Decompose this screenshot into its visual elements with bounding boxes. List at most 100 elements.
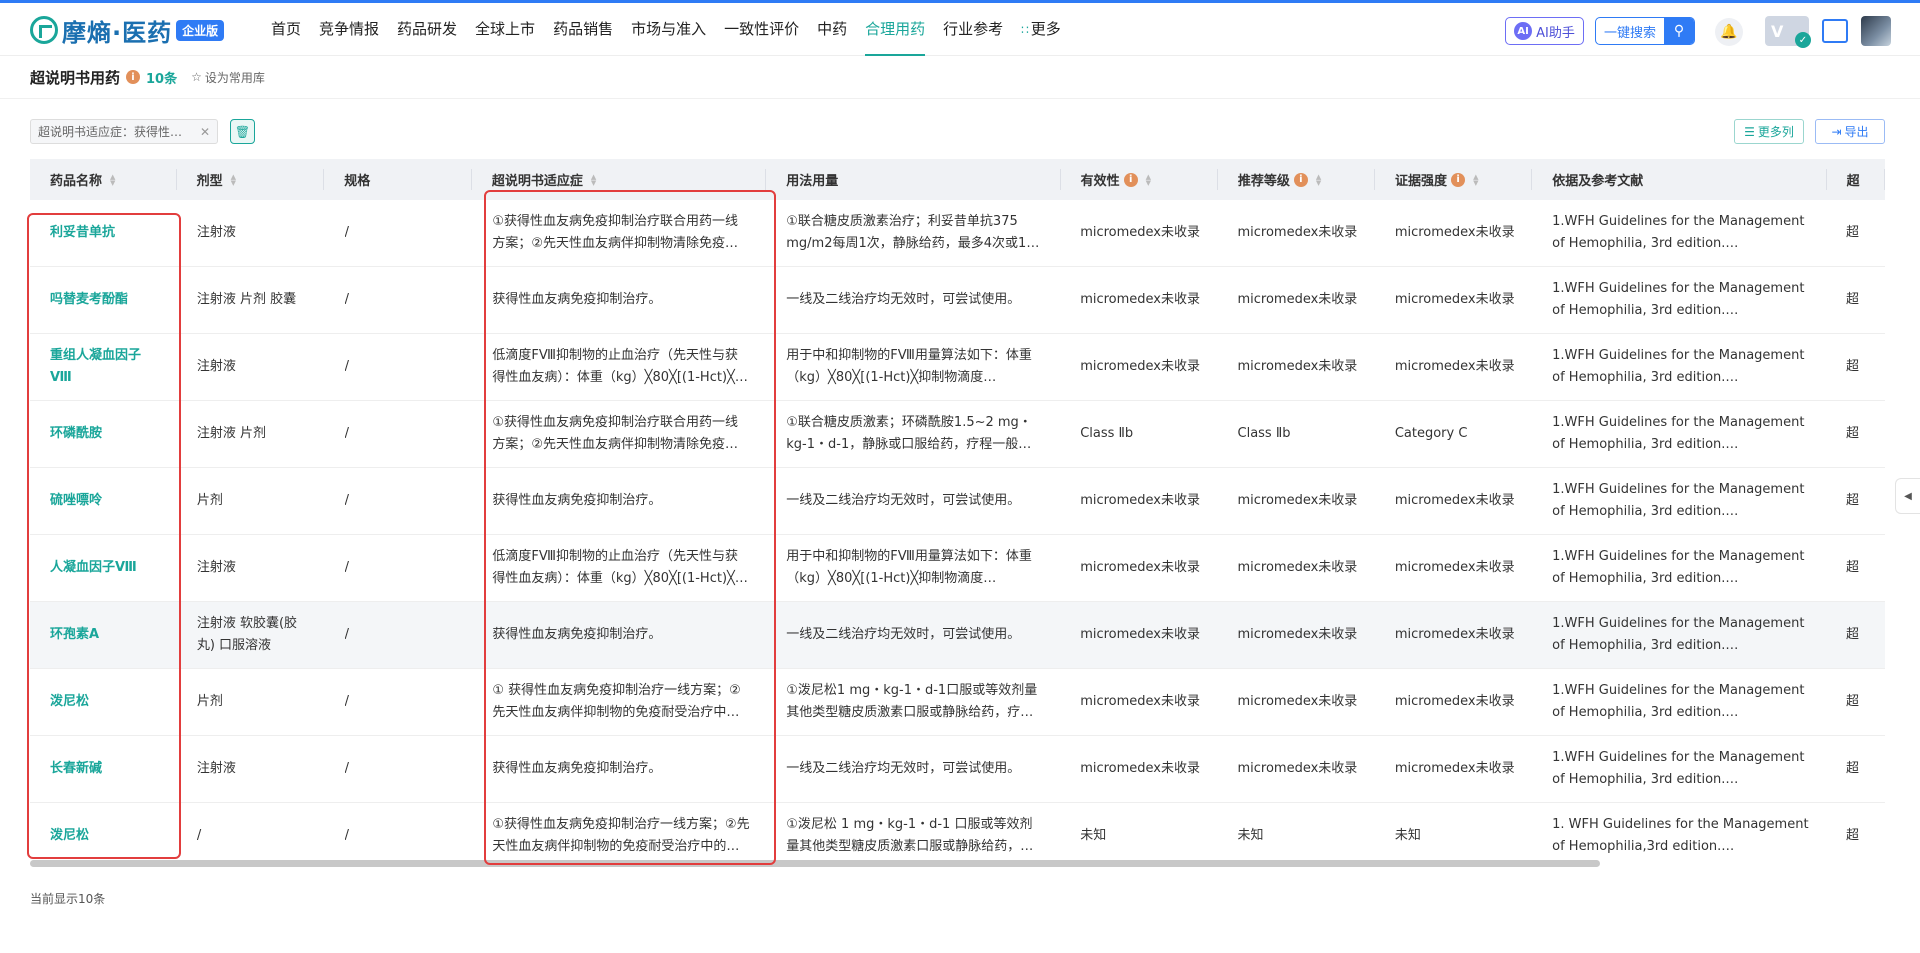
column-header-indication[interactable]: 超说明书适应症 ▲ ▼ <box>472 159 767 200</box>
search-icon[interactable]: ⚲ <box>1664 18 1694 44</box>
cell-text: micromedex未收录 <box>1080 493 1200 508</box>
cell-name[interactable]: 硫唑嘌呤 <box>30 490 177 512</box>
cell-reference: 1.WFH Guidelines for the Management of H… <box>1532 278 1826 322</box>
cell-text: 超 <box>1846 292 1860 307</box>
cell-evidence: micromedex未收录 <box>1375 624 1532 646</box>
column-header-dosage: 用法用量 <box>766 159 1062 200</box>
cell-name[interactable]: 人凝血因子Ⅷ <box>30 557 177 579</box>
cell-text: micromedex未收录 <box>1237 694 1358 709</box>
cell-text: Class Ⅱb <box>1080 426 1134 441</box>
table-row[interactable]: 利妥昔单抗 注射液 / ①获得性血友病免疫抑制治疗联合用药一线方案；②先天性血友病伴抑… <box>30 200 1885 267</box>
cell-text: 注射液 <box>196 761 236 776</box>
bell-icon[interactable]: 🔔 <box>1715 18 1743 46</box>
nav-item-8[interactable]: 合理用药 <box>856 3 934 56</box>
table-row[interactable]: 吗替麦考酚酯 注射液 片剂 胶囊 / 获得性血友病免疫抑制治疗。 一线及二线治疗均无效时… <box>30 267 1885 334</box>
nav-item-5[interactable]: 市场与准入 <box>622 3 715 56</box>
cell-name[interactable]: 利妥昔单抗 <box>30 222 177 244</box>
column-header-form[interactable]: 剂型 ▲ ▼ <box>177 159 325 200</box>
info-icon[interactable]: i <box>1451 172 1466 187</box>
column-header-efficacy[interactable]: 有效性 i ▲ ▼ <box>1061 159 1219 200</box>
book-icon[interactable] <box>1822 19 1848 43</box>
table-row[interactable]: 泼尼松 片剂 / ① 获得性血友病免疫抑制治疗一线方案；②先天性血友病伴抑制物的免疫耐… <box>30 669 1885 736</box>
cell-evidence: micromedex未收录 <box>1375 289 1532 311</box>
sort-icon[interactable]: ▲ ▼ <box>1316 173 1321 186</box>
cell-spec: / <box>325 289 473 311</box>
cell-text: 未知 <box>1394 828 1421 843</box>
sort-icon[interactable]: ▲ ▼ <box>1146 173 1151 186</box>
table-row[interactable]: 环磷酰胺 注射液 片剂 / ①获得性血友病免疫抑制治疗联合用药一线方案；②先天性血友病… <box>30 401 1885 468</box>
cell-name[interactable]: 环磷酰胺 <box>30 423 177 445</box>
set-favorite-button[interactable]: ☆ 设为常用库 <box>191 69 265 86</box>
nav-item-7[interactable]: 中药 <box>808 3 856 56</box>
cell-spec: / <box>325 624 473 646</box>
cell-name[interactable]: 环孢素A <box>30 624 177 646</box>
nav-item-2[interactable]: 药品研发 <box>388 3 466 56</box>
cell-name[interactable]: 长春新碱 <box>30 758 177 780</box>
cell-text: ①获得性血友病免疫抑制治疗一线方案；②先天性血友病伴抑制物的免疫耐受治疗中的联… <box>492 817 750 854</box>
nav-item-9[interactable]: 行业参考 <box>934 3 1012 56</box>
cell-name[interactable]: 泼尼松 <box>30 825 177 847</box>
cell-text: 未知 <box>1080 828 1107 843</box>
cell-name[interactable]: 吗替麦考酚酯 <box>30 289 177 311</box>
cell-name[interactable]: 泼尼松 <box>30 691 177 713</box>
table-row[interactable]: 人凝血因子Ⅷ 注射液 / 低滴度FⅧ抑制物的止血治疗（先天性与获得性血友病）：体重（k… <box>30 535 1885 602</box>
more-columns-button[interactable]: ☰ 更多列 <box>1734 119 1804 144</box>
table-row[interactable]: 重组人凝血因子Ⅷ 注射液 / 低滴度FⅧ抑制物的止血治疗（先天性与获得性血友病）：体重… <box>30 334 1885 401</box>
cell-grade: Class Ⅱb <box>1218 423 1375 445</box>
nav-item-0[interactable]: 首页 <box>262 3 310 56</box>
export-button[interactable]: ⇥ 导出 <box>1815 119 1885 144</box>
cell-dosage: 一线及二线治疗均无效时，可尝试使用。 <box>766 624 1060 646</box>
ai-assistant-button[interactable]: AI AI助手 <box>1505 17 1584 45</box>
column-header-evidence[interactable]: 证据强度 i ▲ ▼ <box>1375 159 1533 200</box>
main-nav: 首页 竞争情报 药品研发 全球上市 药品销售 市场与准入 一致性评价 中药 合理用药 行业参考 ∷ 更… <box>262 3 1070 56</box>
nav-item-3[interactable]: 全球上市 <box>466 3 544 56</box>
cell-text: 超 <box>1846 560 1860 575</box>
column-header-grade[interactable]: 推荐等级 i ▲ ▼ <box>1218 159 1376 200</box>
sort-icon[interactable]: ▲ ▼ <box>110 173 115 186</box>
cell-text: micromedex未收录 <box>1237 359 1358 374</box>
sort-icon[interactable]: ▲ ▼ <box>231 173 236 186</box>
cell-text: 用于中和抑制物的FⅧ用量算法如下：体重（kg）╳80╳[(1-Hct)╳抑制物滴… <box>786 549 1032 586</box>
close-icon[interactable]: ✕ <box>200 125 210 139</box>
nav-item-4[interactable]: 药品销售 <box>544 3 622 56</box>
nav-item-1[interactable]: 竞争情报 <box>310 3 388 56</box>
cell-text: 超 <box>1846 426 1860 441</box>
vip-label: V <box>1771 21 1784 41</box>
horizontal-scrollbar[interactable] <box>30 860 1600 867</box>
column-header-name[interactable]: 药品名称 ▲ ▼ <box>30 159 177 200</box>
cell-text: 低滴度FⅧ抑制物的止血治疗（先天性与获得性血友病）：体重（kg）╳80╳[(1-… <box>492 348 748 385</box>
cell-dosage: 一线及二线治疗均无效时，可尝试使用。 <box>766 289 1060 311</box>
cell-efficacy: micromedex未收录 <box>1060 289 1217 311</box>
cell-name[interactable]: 重组人凝血因子Ⅷ <box>30 345 177 389</box>
cell-text: 超 <box>1846 493 1860 508</box>
brand-logo[interactable]: 摩熵·医药 企业版 <box>30 13 225 47</box>
sort-icon[interactable]: ▲ ▼ <box>1473 173 1478 186</box>
avatar[interactable] <box>1861 16 1891 46</box>
cell-dosage: 用于中和抑制物的FⅧ用量算法如下：体重（kg）╳80╳[(1-Hct)╳抑制物滴… <box>766 546 1060 590</box>
cell-text: / <box>344 560 349 575</box>
cell-efficacy: 未知 <box>1060 825 1217 847</box>
table-row[interactable]: 环孢素A 注射液 软胶囊(胶丸) 口服溶液 / 获得性血友病免疫抑制治疗。 一线及二线治… <box>30 602 1885 669</box>
cell-evidence: 未知 <box>1375 825 1532 847</box>
vip-badge[interactable]: V ✓ <box>1765 16 1811 48</box>
sort-icon[interactable]: ▲ ▼ <box>591 173 596 186</box>
nav-item-10[interactable]: ∷ 更多 <box>1012 3 1070 56</box>
info-icon[interactable]: i <box>1293 172 1308 187</box>
info-icon[interactable]: i <box>126 70 141 84</box>
nav-item-6[interactable]: 一致性评价 <box>715 3 808 56</box>
cell-dosage: 一线及二线治疗均无效时，可尝试使用。 <box>766 758 1060 780</box>
cell-evidence: micromedex未收录 <box>1375 557 1532 579</box>
info-icon[interactable]: i <box>1123 172 1138 187</box>
collapse-panel-button[interactable]: ◀ <box>1895 478 1920 514</box>
cell-spec: / <box>325 825 473 847</box>
cell-reference: 1.WFH Guidelines for the Management of H… <box>1532 680 1826 724</box>
table-body: 利妥昔单抗 注射液 / ①获得性血友病免疫抑制治疗联合用药一线方案；②先天性血友病伴抑… <box>30 200 1885 869</box>
cell-text: micromedex未收录 <box>1080 627 1200 642</box>
table-row[interactable]: 硫唑嘌呤 片剂 / 获得性血友病免疫抑制治疗。 一线及二线治疗均无效时，可尝试使用。 mi… <box>30 468 1885 535</box>
clear-filters-button[interactable]: 🗑 <box>230 119 255 144</box>
table-row[interactable]: 长春新碱 注射液 / 获得性血友病免疫抑制治疗。 一线及二线治疗均无效时，可尝试使用。 m… <box>30 736 1885 803</box>
nav-item-label: 药品研发 <box>397 20 458 38</box>
quick-search-button[interactable]: 一键搜索 ⚲ <box>1595 17 1695 45</box>
filter-tag[interactable]: 超说明书适应症：获得性… ✕ <box>30 119 218 144</box>
cell-text: 一线及二线治疗均无效时，可尝试使用。 <box>786 627 1021 642</box>
